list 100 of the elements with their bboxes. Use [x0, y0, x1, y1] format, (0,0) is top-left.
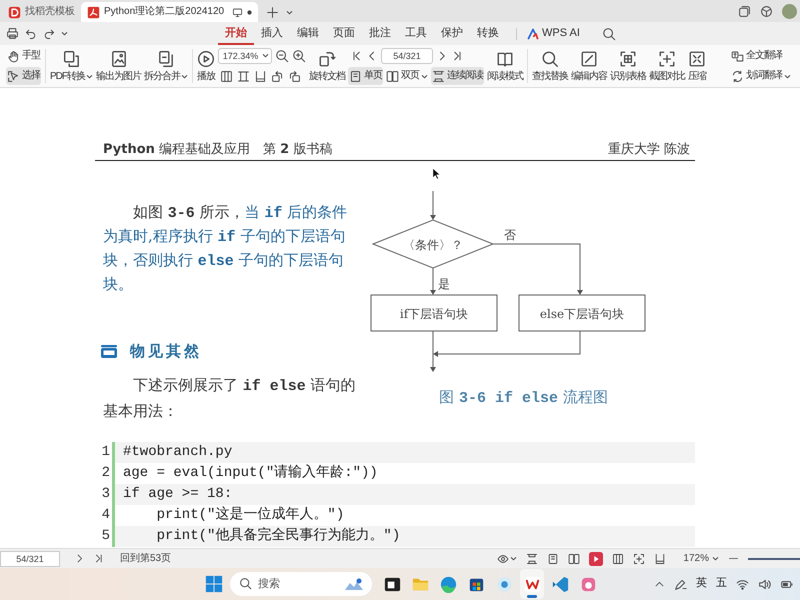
pdf-convert-button[interactable]: PDF转换: [50, 50, 93, 82]
continuous-page-icon: [432, 70, 445, 82]
mouse-pointer-icon: [432, 167, 441, 180]
hand-icon: [7, 50, 20, 62]
search-icon: [239, 577, 252, 590]
figure-caption: 图 3-6 if else 流程图: [438, 387, 609, 409]
columns-icon[interactable]: [612, 552, 624, 564]
document-tab[interactable]: 找稻壳模板: [2, 2, 81, 22]
i-beam-icon[interactable]: [237, 70, 250, 82]
back-to-page-link[interactable]: 回到第53页: [120, 552, 172, 564]
unsaved-dot-icon: [247, 10, 252, 14]
last-page-icon[interactable]: [93, 553, 104, 564]
plus-icon[interactable]: [266, 6, 280, 18]
code-editor-icon: [550, 574, 570, 594]
image-icon: [110, 50, 128, 68]
toolbar-button[interactable]: 识别表格: [610, 50, 646, 82]
ribbon-tab[interactable]: 保护: [434, 22, 470, 45]
crop-icon[interactable]: [633, 552, 646, 564]
file-icon: [87, 6, 100, 18]
ribbon-tab[interactable]: 批注: [362, 22, 398, 45]
line-number: 5: [100, 527, 110, 546]
documents-icon: [62, 50, 80, 68]
page-bottom-icon[interactable]: [654, 552, 666, 564]
rotate-left-icon[interactable]: [271, 70, 284, 82]
search-icon: [541, 50, 559, 68]
search-icon[interactable]: [602, 26, 616, 40]
ai-button[interactable]: WPS AI: [527, 22, 580, 45]
ai-logo-icon: [527, 28, 539, 40]
pointer-icon: [7, 70, 20, 82]
caret-icon[interactable]: [61, 30, 68, 37]
input-indicator[interactable]: 英: [696, 577, 707, 591]
zoom-in-icon[interactable]: [292, 49, 306, 63]
zoom-field[interactable]: 172.34%: [218, 48, 272, 64]
ribbon-tab[interactable]: 工具: [398, 22, 434, 45]
restore-window-icon[interactable]: [738, 4, 751, 18]
start-icon[interactable]: [205, 575, 223, 593]
cycle-arrows-icon: [731, 70, 744, 82]
zoom-dropdown[interactable]: 172%: [683, 552, 719, 564]
circle-y-icon[interactable]: [760, 4, 773, 18]
translate-button[interactable]: 全文翻译: [730, 47, 792, 65]
page-bottom-icon[interactable]: [254, 70, 267, 82]
double-page-icon[interactable]: [568, 552, 580, 564]
view-mode-button[interactable]: 连续阅读: [431, 67, 484, 85]
block-label: if下层语句块: [400, 307, 468, 321]
line-number: 4: [100, 506, 110, 525]
wifi-icon[interactable]: [736, 578, 749, 590]
double-page-icon: [386, 70, 399, 82]
eye-icon[interactable]: [497, 552, 510, 564]
toolbar-button[interactable]: 压缩: [688, 50, 706, 82]
play-button[interactable]: 播放: [197, 50, 215, 82]
pen-icon[interactable]: [674, 578, 687, 590]
ribbon-tab[interactable]: 编辑: [290, 22, 326, 45]
search-field[interactable]: 搜索: [230, 572, 372, 596]
play-icon[interactable]: [589, 552, 604, 566]
translate-icon: [731, 50, 744, 62]
reading-mode-button[interactable]: 阅读模式: [487, 50, 523, 82]
columns-icon[interactable]: [220, 70, 233, 82]
app-logo-icon: [522, 574, 542, 594]
ribbon-tab[interactable]: 插入: [254, 22, 290, 45]
rotate-icon: [318, 50, 336, 68]
zoom-out-icon[interactable]: [275, 49, 289, 63]
caret-icon[interactable]: [286, 8, 294, 16]
document-tab[interactable]: Python理论第二版2024120: [81, 2, 258, 22]
select-tool-button[interactable]: 选择: [6, 67, 41, 85]
lens-icon: [494, 574, 514, 594]
toolbar-button[interactable]: 编辑内容: [571, 50, 607, 82]
book-icon: [496, 50, 514, 68]
input-indicator[interactable]: 五: [716, 577, 727, 591]
toolbar-button[interactable]: 截图对比: [649, 50, 685, 82]
monitor-icon: [232, 6, 244, 18]
page-field[interactable]: 54/321: [0, 550, 60, 566]
single-page-icon[interactable]: [547, 552, 560, 564]
rotate-right-icon[interactable]: [288, 70, 301, 82]
condition-label: 〈条件〉？: [403, 238, 463, 252]
paragraph: 下述示例展示了 if else 语句的基本用法：: [103, 375, 357, 422]
hand-tool-button[interactable]: 手型: [6, 47, 41, 65]
rotate-document-button[interactable]: 旋转文档: [309, 50, 345, 82]
split-merge-button[interactable]: 拆分合并: [144, 50, 188, 82]
section-title: 物见其然: [130, 342, 202, 360]
continuous-page-icon[interactable]: [526, 552, 538, 564]
print-icon[interactable]: [6, 27, 19, 40]
toolbar-button[interactable]: 查找替换: [532, 50, 568, 82]
play-icon: [197, 50, 215, 68]
flow-arrow: [430, 190, 436, 220]
line-number: 3: [100, 485, 110, 504]
speaker-icon[interactable]: [758, 578, 771, 590]
ribbon-tab[interactable]: 转换: [470, 22, 506, 45]
page-field[interactable]: 54/321: [381, 48, 433, 64]
undo-icon[interactable]: [25, 28, 37, 40]
redo-icon[interactable]: [43, 28, 55, 40]
view-mode-button[interactable]: 双页: [385, 67, 429, 85]
caret-icon: [510, 555, 518, 562]
view-mode-button[interactable]: 单页: [348, 67, 383, 85]
ribbon-tab[interactable]: 页面: [326, 22, 362, 45]
caret-icon: [262, 52, 269, 59]
scan-table-icon: [619, 50, 637, 68]
translate-button[interactable]: 划词翻译: [730, 67, 792, 85]
page-header-text: 重庆大学 陈波: [608, 141, 690, 159]
flow-arrow: [430, 268, 436, 295]
export-image-button[interactable]: 输出为图片: [96, 50, 141, 82]
